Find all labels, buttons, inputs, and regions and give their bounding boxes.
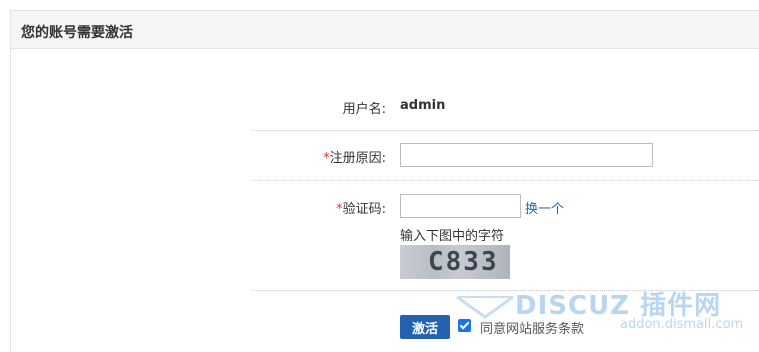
reason-input[interactable] <box>400 143 653 167</box>
refresh-captcha-link[interactable]: 换一个 <box>525 198 564 217</box>
page-title: 您的账号需要激活 <box>21 25 133 41</box>
row-divider <box>252 180 759 181</box>
captcha-input[interactable] <box>400 194 521 218</box>
panel-header: 您的账号需要激活 <box>10 11 759 49</box>
username-label: 用户名: <box>342 102 386 117</box>
agree-checkbox[interactable] <box>458 319 471 332</box>
captcha-image[interactable]: C833 <box>400 245 510 279</box>
captcha-label: *验证码: <box>256 198 386 217</box>
captcha-image-text: C833 <box>428 247 499 277</box>
username-value: admin <box>400 98 446 113</box>
captcha-hint: 输入下图中的字符 <box>400 229 505 244</box>
activate-button[interactable]: 激活 <box>400 315 450 339</box>
agree-label[interactable]: 同意网站服务条款 <box>480 318 584 337</box>
watermark-site: addon.dismall.com <box>620 317 744 332</box>
row-divider <box>252 130 759 131</box>
reason-label-text: 注册原因: <box>329 151 386 166</box>
reason-label: *注册原因: <box>256 147 386 166</box>
watermark-envelope-icon <box>456 295 514 319</box>
captcha-label-text: 验证码: <box>342 202 386 217</box>
row-divider <box>252 290 759 291</box>
panel-left-border <box>10 49 11 352</box>
